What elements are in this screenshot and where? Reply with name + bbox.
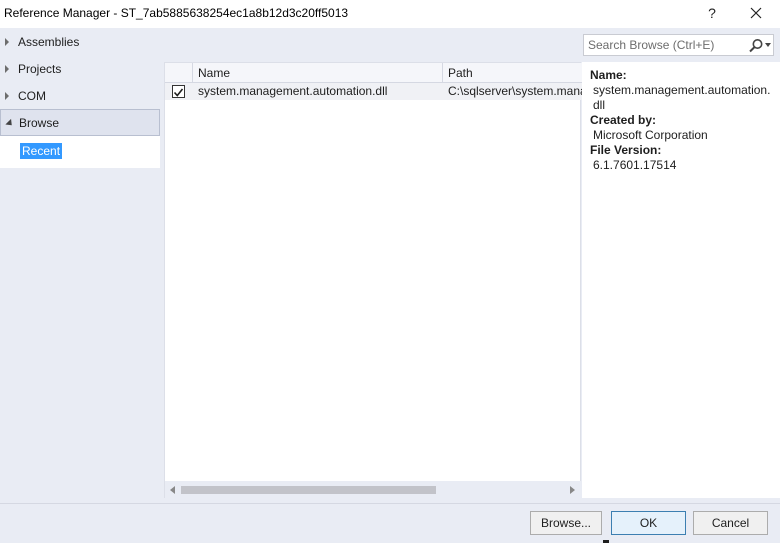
nav-subitem-recent[interactable]: Recent <box>20 143 63 159</box>
column-header-path[interactable]: Path <box>443 63 582 83</box>
created-by-value: Microsoft Corporation <box>593 128 708 142</box>
cancel-button[interactable]: Cancel <box>693 511 768 535</box>
scrollbar-thumb[interactable] <box>181 486 436 494</box>
dialog-footer: Browse... OK Cancel <box>0 503 780 543</box>
scroll-right-arrow-icon[interactable] <box>570 486 575 494</box>
created-by-label: Created by: <box>590 113 657 127</box>
checkmark-icon <box>173 88 184 97</box>
nav-item-browse[interactable]: Browse <box>0 109 160 136</box>
file-version-value: 6.1.7601.17514 <box>593 158 677 172</box>
nav-item-com[interactable]: COM <box>0 82 160 109</box>
nav-subitem-container: Recent <box>0 136 160 168</box>
help-button[interactable]: ? <box>697 2 727 24</box>
nav-item-label: Browse <box>19 115 60 130</box>
table-row[interactable]: system.management.automation.dll C:\sqls… <box>165 83 582 100</box>
collapse-arrow-icon <box>5 118 15 128</box>
cell-path: C:\sqlserver\system.mana <box>448 84 582 98</box>
reference-grid: Name Path system.management.automation.d… <box>164 62 582 498</box>
window-title: Reference Manager - ST_7ab5885638254ec1a… <box>4 6 349 20</box>
file-version-label: File Version: <box>590 143 662 157</box>
horizontal-scrollbar[interactable] <box>165 481 582 498</box>
column-header-check <box>165 63 193 83</box>
title-bar: Reference Manager - ST_7ab5885638254ec1a… <box>0 0 780 28</box>
expand-arrow-icon <box>5 37 9 46</box>
nav-item-label: Assemblies <box>18 34 80 49</box>
nav-item-label: Projects <box>18 61 62 76</box>
nav-item-assemblies[interactable]: Assemblies <box>0 28 160 55</box>
nav-item-projects[interactable]: Projects <box>0 55 160 82</box>
nav-item-label: COM <box>18 88 46 103</box>
close-button[interactable] <box>741 2 771 24</box>
search-icon[interactable] <box>748 38 764 53</box>
close-icon <box>750 7 762 19</box>
search-input[interactable] <box>588 38 738 52</box>
cell-name: system.management.automation.dll <box>198 84 388 98</box>
browse-button[interactable]: Browse... <box>530 511 602 535</box>
dialog-body: Assemblies Projects COM Browse Recent Na… <box>0 28 780 503</box>
include-checkbox[interactable] <box>172 85 185 98</box>
expand-arrow-icon <box>5 64 9 73</box>
details-pane: Name: system.management.automation.dll C… <box>582 62 780 498</box>
grid-header: Name Path <box>165 63 582 83</box>
column-header-name[interactable]: Name <box>193 63 443 83</box>
name-label: Name: <box>590 68 627 82</box>
category-nav: Assemblies Projects COM Browse Recent <box>0 28 160 168</box>
scroll-left-arrow-icon[interactable] <box>170 486 175 494</box>
expand-arrow-icon <box>5 91 9 100</box>
ok-button[interactable]: OK <box>611 511 686 535</box>
search-box[interactable] <box>583 34 774 56</box>
search-options-dropdown-icon[interactable] <box>765 43 771 47</box>
name-value: system.management.automation.dll <box>593 83 771 112</box>
